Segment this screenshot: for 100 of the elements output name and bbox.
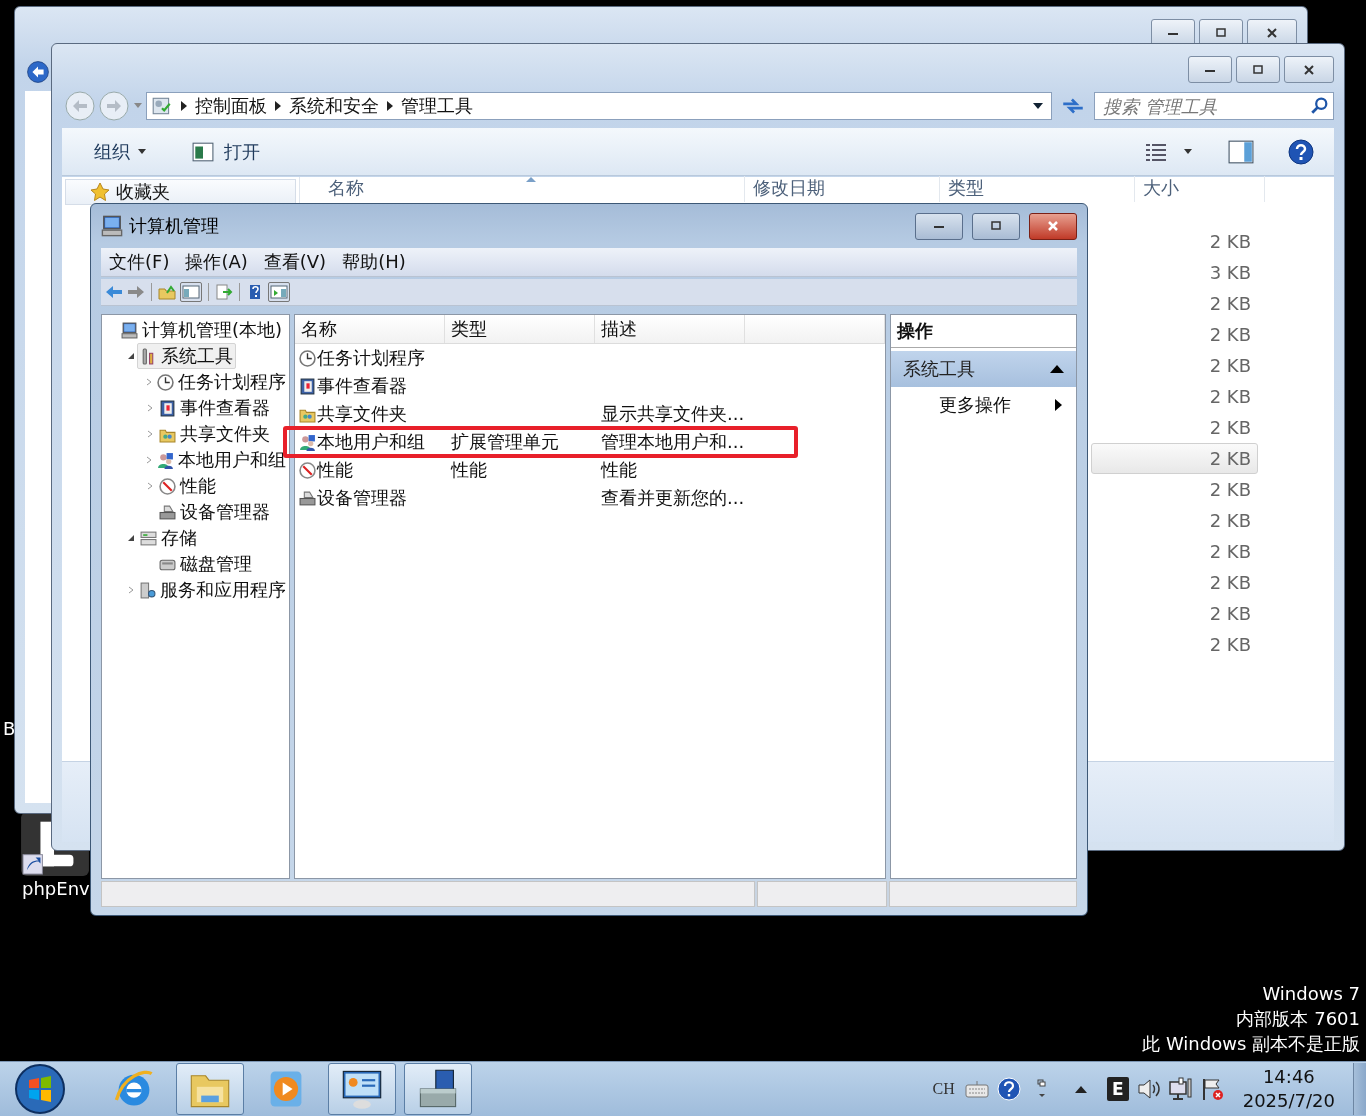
help-icon[interactable] — [1288, 138, 1314, 165]
breadcrumb-item[interactable]: 系统和安全 — [289, 94, 379, 118]
open-button[interactable]: 打开 — [220, 135, 264, 168]
console-tree-icon[interactable] — [180, 282, 202, 302]
language-indicator[interactable]: CH — [932, 1080, 955, 1098]
expanded-arrow-icon[interactable] — [127, 352, 135, 360]
menu-item[interactable]: 查看(V) — [263, 250, 327, 274]
submenu-arrow-icon[interactable] — [1055, 399, 1062, 411]
expanded-arrow-icon[interactable] — [127, 534, 135, 542]
desktop-icon-label[interactable]: phpEnv — [22, 878, 90, 899]
file-row[interactable]: 2 KB — [1091, 319, 1258, 350]
tree-item[interactable]: 磁盘管理 — [156, 551, 255, 577]
dropdown-arrow-icon[interactable] — [1033, 103, 1043, 109]
storage-icon — [140, 529, 157, 547]
desktop-icon-label: B — [3, 718, 16, 739]
speaker-icon[interactable] — [1136, 1077, 1161, 1101]
computer-icon — [121, 321, 138, 339]
address-bar[interactable]: 控制面板 系统和安全 管理工具 — [146, 92, 1052, 120]
table-cell[interactable]: 本地用户和组 — [295, 431, 445, 453]
breadcrumb-item[interactable]: 控制面板 — [195, 94, 267, 118]
menu-item[interactable]: 操作(A) — [185, 250, 248, 274]
tree-item[interactable]: 性能 — [156, 473, 219, 499]
window-icon[interactable] — [192, 141, 214, 162]
action-link[interactable]: 更多操作 — [939, 393, 1011, 417]
chevron-icon[interactable] — [275, 101, 281, 111]
table-cell[interactable]: 性能 — [295, 459, 445, 481]
search-field[interactable]: 搜索 管理工具 — [1094, 92, 1334, 120]
close-button[interactable] — [1284, 56, 1334, 83]
action-pane-icon[interactable] — [268, 282, 290, 302]
tree-item[interactable]: 本地用户和组 — [154, 447, 289, 473]
tree-item[interactable]: 设备管理器 — [156, 499, 273, 525]
file-row[interactable]: 2 KB — [1091, 505, 1258, 536]
preview-pane-icon[interactable] — [1228, 139, 1254, 164]
tree-item[interactable]: 服务和应用程序 — [136, 577, 289, 603]
file-row[interactable]: 2 KB — [1091, 474, 1258, 505]
file-row[interactable]: 2 KB — [1091, 226, 1258, 257]
maximize-icon[interactable] — [988, 221, 1004, 231]
table-cell-text: 查看并更新您的... — [600, 487, 745, 509]
search-icon[interactable] — [1310, 97, 1328, 115]
caret-icon[interactable] — [138, 149, 146, 154]
tray-app-icon[interactable]: E — [1106, 1077, 1129, 1101]
file-row[interactable]: 2 KB — [1091, 536, 1258, 567]
minimize-button[interactable] — [915, 212, 963, 240]
column-header[interactable]: 描述 — [595, 315, 745, 343]
file-row[interactable]: 2 KB — [1091, 350, 1258, 381]
tree-item[interactable]: 系统工具 — [137, 343, 236, 369]
start-button[interactable] — [14, 1063, 66, 1115]
table-cell[interactable]: 设备管理器 — [295, 487, 445, 509]
forward-arrow-icon[interactable] — [127, 284, 145, 300]
file-row[interactable]: 2 KB — [1091, 629, 1258, 660]
file-row[interactable]: 2 KB — [1091, 412, 1258, 443]
action-section-header[interactable]: 系统工具 — [891, 351, 1076, 387]
table-cell[interactable]: 共享文件夹 — [295, 403, 445, 425]
table-cell-text: 性能 — [449, 459, 488, 481]
log-book-icon — [299, 377, 316, 395]
clock[interactable]: 14:46 2025/7/20 — [1242, 1065, 1335, 1113]
file-row[interactable]: 2 KB — [1091, 567, 1258, 598]
taskbar-button[interactable] — [404, 1063, 472, 1115]
tree-item[interactable]: 计算机管理(本地) — [118, 317, 286, 343]
favorites-item[interactable]: 收藏夹 — [65, 179, 296, 205]
maximize-button[interactable] — [972, 212, 1020, 240]
file-row[interactable]: 2 KB — [1091, 381, 1258, 412]
column-header[interactable]: 类型 — [940, 176, 1135, 202]
tree-item[interactable]: 事件查看器 — [156, 395, 273, 421]
maximize-icon[interactable] — [1250, 64, 1266, 75]
users-icon — [299, 433, 316, 451]
details-view-icon[interactable] — [1144, 141, 1168, 162]
organize-menu[interactable]: 组织 — [90, 135, 150, 168]
network-icon[interactable] — [1168, 1077, 1193, 1101]
column-header[interactable]: 修改日期 — [745, 176, 940, 202]
column-header[interactable]: 大小 — [1135, 176, 1265, 202]
show-hidden-icons-arrow[interactable] — [1074, 1085, 1087, 1093]
file-row[interactable]: 2 KB — [1091, 288, 1258, 319]
table-cell[interactable]: 任务计划程序 — [295, 347, 445, 369]
close-icon[interactable] — [1264, 27, 1280, 38]
column-header[interactable]: 类型 — [445, 315, 595, 343]
table-cell[interactable]: 事件查看器 — [295, 375, 445, 397]
star-icon — [90, 182, 110, 202]
flag-icon[interactable] — [1200, 1077, 1225, 1101]
caret-icon[interactable] — [1184, 149, 1192, 154]
tree-item[interactable]: 共享文件夹 — [156, 421, 273, 447]
menu-item[interactable]: 文件(F) — [109, 250, 170, 274]
file-row[interactable]: 3 KB — [1091, 257, 1258, 288]
column-header[interactable]: 名称 — [295, 315, 445, 343]
menu-item[interactable]: 帮助(H) — [342, 250, 406, 274]
tree-item[interactable]: 存储 — [137, 525, 200, 551]
export-list-icon[interactable] — [215, 284, 233, 300]
language-bar-icon[interactable] — [1036, 1079, 1047, 1099]
close-button[interactable] — [1029, 212, 1077, 240]
file-row[interactable]: 2 KB — [1091, 598, 1258, 629]
collapse-arrow-icon[interactable] — [1050, 365, 1064, 373]
chevron-icon[interactable] — [387, 101, 393, 111]
chevron-icon[interactable] — [181, 101, 187, 111]
maximize-button[interactable] — [1236, 56, 1280, 83]
file-row[interactable]: 2 KB — [1091, 443, 1258, 474]
close-icon[interactable] — [1301, 64, 1317, 75]
breadcrumb-item[interactable]: 管理工具 — [401, 94, 473, 118]
maximize-icon[interactable] — [1213, 27, 1229, 38]
tree-item[interactable]: 任务计划程序 — [154, 369, 289, 395]
taskbar-button[interactable] — [328, 1063, 396, 1115]
